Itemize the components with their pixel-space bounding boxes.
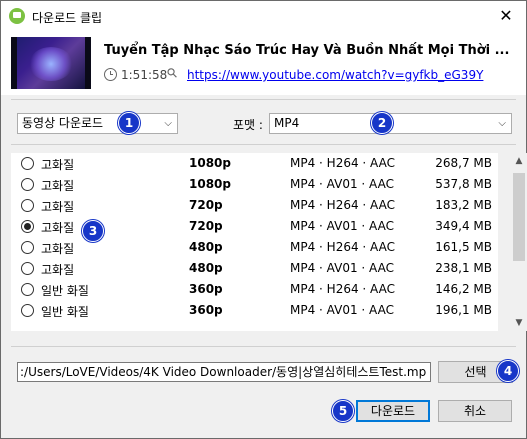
quality-radio[interactable] xyxy=(21,262,34,275)
file-size: 183,2 MB xyxy=(435,198,492,212)
clock-icon xyxy=(104,68,117,81)
download-button[interactable]: 다운로드 xyxy=(356,400,430,422)
window-title: 다운로드 클립 xyxy=(32,11,103,25)
divider xyxy=(11,346,516,347)
video-duration: 1:51:58 xyxy=(121,68,168,82)
resolution-value: 360p xyxy=(189,282,223,296)
resolution-value: 720p xyxy=(189,198,223,212)
badge-4: 4 xyxy=(497,360,519,382)
format-value: MP4 xyxy=(274,116,300,130)
divider xyxy=(11,99,516,100)
video-url-link[interactable]: https://www.youtube.com/watch?v=gyfkb_eG… xyxy=(187,68,483,82)
download-type-select[interactable]: 동영상 다운로드 ⌵ xyxy=(17,113,178,134)
quality-radio[interactable] xyxy=(21,157,34,170)
file-size: 161,5 MB xyxy=(435,240,492,254)
divider xyxy=(11,144,516,145)
save-path-input[interactable]: :/Users/LoVE/Videos/4K Video Downloader/… xyxy=(17,362,431,382)
quality-list: 고화질 1080p MP4 · H264 · AAC 268,7 MB 고화질 1080p… xyxy=(11,153,498,331)
resolution-value: 480p xyxy=(189,240,223,254)
scroll-down-icon[interactable]: ▼ xyxy=(511,315,527,331)
codec-value: MP4 · AV01 · AAC xyxy=(290,177,394,191)
quality-option-row[interactable]: 고화질 480p MP4 · H264 · AAC 161,5 MB xyxy=(11,237,498,258)
quality-label: 고화질 xyxy=(41,263,75,277)
quality-radio[interactable] xyxy=(21,304,34,317)
resolution-value: 1080p xyxy=(189,156,231,170)
resolution-value: 360p xyxy=(189,303,223,317)
scroll-thumb[interactable] xyxy=(513,173,525,261)
close-icon[interactable]: ✕ xyxy=(495,5,517,27)
badge-3: 3 xyxy=(82,220,104,242)
quality-radio[interactable] xyxy=(21,283,34,296)
codec-value: MP4 · H264 · AAC xyxy=(290,198,395,212)
list-scrollbar[interactable]: ▲ ▼ xyxy=(511,153,527,331)
file-size: 349,4 MB xyxy=(435,219,492,233)
file-size: 268,7 MB xyxy=(435,156,492,170)
quality-label: 고화질 xyxy=(41,158,75,172)
video-thumbnail xyxy=(11,37,91,89)
app-icon xyxy=(9,8,25,24)
download-type-value: 동영상 다운로드 xyxy=(22,116,104,130)
quality-label: 고화질 xyxy=(41,242,75,256)
quality-option-row[interactable]: 고화질 720p MP4 · H264 · AAC 183,2 MB xyxy=(11,195,498,216)
format-label: 포맷 : xyxy=(233,118,263,132)
quality-option-row[interactable]: 일반 화질 360p MP4 · AV01 · AAC 196,1 MB xyxy=(11,300,498,321)
file-size: 146,2 MB xyxy=(435,282,492,296)
quality-radio[interactable] xyxy=(21,178,34,191)
quality-option-row[interactable]: 일반 화질 360p MP4 · H264 · AAC 146,2 MB xyxy=(11,279,498,300)
chevron-down-icon: ⌵ xyxy=(164,118,172,129)
quality-option-row[interactable]: 고화질 1080p MP4 · H264 · AAC 268,7 MB xyxy=(11,153,498,174)
quality-label: 고화질 xyxy=(41,179,75,193)
codec-value: MP4 · H264 · AAC xyxy=(290,156,395,170)
codec-value: MP4 · AV01 · AAC xyxy=(290,219,394,233)
quality-label: 일반 화질 xyxy=(41,284,89,298)
quality-radio[interactable] xyxy=(21,199,34,212)
quality-label: 일반 화질 xyxy=(41,305,89,319)
file-size: 196,1 MB xyxy=(435,303,492,317)
codec-value: MP4 · H264 · AAC xyxy=(290,240,395,254)
quality-radio[interactable] xyxy=(21,220,34,233)
codec-value: MP4 · AV01 · AAC xyxy=(290,261,394,275)
scroll-up-icon[interactable]: ▲ xyxy=(511,153,527,169)
quality-radio[interactable] xyxy=(21,241,34,254)
badge-2: 2 xyxy=(371,112,393,134)
video-info: Tuyển Tập Nhạc Sáo Trúc Hay Và Buồn Nhất… xyxy=(1,31,526,95)
file-size: 238,1 MB xyxy=(435,261,492,275)
quality-option-row[interactable]: 고화질 1080p MP4 · AV01 · AAC 537,8 MB xyxy=(11,174,498,195)
quality-option-row[interactable]: 고화질 480p MP4 · AV01 · AAC 238,1 MB xyxy=(11,258,498,279)
resolution-value: 720p xyxy=(189,219,223,233)
chevron-down-icon: ⌵ xyxy=(498,118,506,129)
file-size: 537,8 MB xyxy=(435,177,492,191)
resolution-value: 1080p xyxy=(189,177,231,191)
codec-value: MP4 · H264 · AAC xyxy=(290,282,395,296)
quality-label: 고화질 xyxy=(41,221,75,235)
badge-5: 5 xyxy=(332,400,354,422)
badge-1: 1 xyxy=(118,112,140,134)
quality-label: 고화질 xyxy=(41,200,75,214)
download-clip-dialog: 다운로드 클립 ✕ Tuyển Tập Nhạc Sáo Trúc Hay Và… xyxy=(0,0,527,439)
video-title: Tuyển Tập Nhạc Sáo Trúc Hay Và Buồn Nhất… xyxy=(104,43,510,58)
codec-value: MP4 · AV01 · AAC xyxy=(290,303,394,317)
resolution-value: 480p xyxy=(189,261,223,275)
title-bar: 다운로드 클립 ✕ xyxy=(1,1,526,31)
cancel-button[interactable]: 취소 xyxy=(438,400,512,422)
